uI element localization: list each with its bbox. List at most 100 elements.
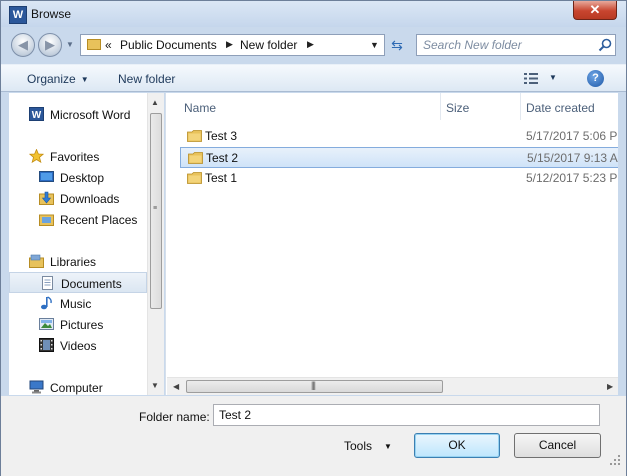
organize-menu[interactable]: Organize ▼ — [27, 72, 89, 86]
command-bar: Organize ▼ New folder ▼ ? — [1, 64, 626, 92]
folder-icon — [187, 172, 202, 184]
nav-item-label: Favorites — [50, 150, 100, 164]
file-list-pane: Name Size Date created Test 3 5/17/2017 … — [165, 93, 618, 395]
tools-label: Tools — [344, 439, 373, 453]
cancel-button[interactable]: Cancel — [514, 433, 601, 458]
nav-item-microsoft-word[interactable]: W Microsoft Word — [9, 104, 147, 125]
nav-item-label: Microsoft Word — [50, 108, 131, 122]
search-box[interactable] — [416, 34, 616, 56]
refresh-icon[interactable]: ⇆ — [386, 34, 408, 56]
nav-item-libraries[interactable]: Libraries — [9, 251, 147, 272]
file-row[interactable]: Test 1 5/12/2017 5:23 PM — [180, 168, 618, 189]
desktop-icon — [39, 171, 54, 182]
recent-places-icon — [39, 214, 54, 226]
chevron-down-icon: ▼ — [384, 442, 392, 451]
window-title: Browse — [31, 7, 72, 21]
computer-icon — [29, 380, 44, 394]
scroll-thumb[interactable]: ≡ — [150, 113, 162, 309]
column-divider[interactable] — [520, 93, 521, 120]
folder-name-label: Folder name: — [139, 410, 210, 424]
browse-dialog: W Browse ✕ ◀ ▶ ▼ « Public Documents ▶ Ne… — [0, 0, 627, 476]
close-button[interactable]: ✕ — [573, 1, 617, 20]
column-divider[interactable] — [440, 93, 441, 120]
word-icon: W — [29, 107, 44, 121]
navigation-bar: ◀ ▶ ▼ « Public Documents ▶ New folder ▶ … — [1, 27, 626, 63]
scroll-up-icon[interactable]: ▲ — [151, 98, 159, 107]
scroll-thumb[interactable]: ||| — [186, 380, 443, 393]
forward-button[interactable]: ▶ — [38, 33, 62, 57]
back-button[interactable]: ◀ — [11, 33, 35, 57]
help-button[interactable]: ? — [587, 70, 604, 87]
breadcrumb-arrow-icon[interactable]: ▶ — [307, 39, 314, 50]
nav-item-label: Documents — [61, 277, 122, 291]
file-row[interactable]: Test 3 5/17/2017 5:06 PM — [180, 126, 618, 147]
resize-grip-icon[interactable] — [609, 454, 621, 466]
scroll-down-icon[interactable]: ▼ — [151, 381, 159, 390]
nav-item-documents[interactable]: Documents — [9, 272, 147, 293]
nav-item-label: Music — [60, 297, 92, 311]
nav-item-label: Pictures — [60, 318, 104, 332]
nav-item-label: Libraries — [50, 255, 97, 269]
nav-item-desktop[interactable]: Desktop — [9, 167, 147, 188]
search-icon[interactable] — [598, 38, 612, 52]
nav-item-downloads[interactable]: Downloads — [9, 188, 147, 209]
address-overflow[interactable]: « — [105, 38, 112, 52]
scroll-left-icon[interactable]: ◀ — [173, 382, 179, 391]
file-list-scrollbar[interactable]: ◀ ||| ▶ — [167, 377, 618, 395]
file-date-created: 5/17/2017 5:06 PM — [526, 129, 618, 143]
tools-menu[interactable]: Tools ▼ — [344, 439, 392, 453]
pictures-icon — [39, 318, 54, 330]
downloads-icon — [39, 191, 54, 205]
music-icon — [41, 296, 52, 310]
folder-icon — [188, 152, 203, 164]
ok-button[interactable]: OK — [414, 433, 500, 458]
svg-text:W: W — [32, 110, 42, 121]
address-dropdown-icon[interactable]: ▼ — [370, 40, 379, 50]
word-app-icon: W — [9, 6, 27, 24]
breadcrumb-public-documents[interactable]: Public Documents — [120, 38, 217, 52]
nav-item-label: Desktop — [60, 171, 105, 185]
star-icon — [29, 149, 44, 163]
nav-item-recent-places[interactable]: Recent Places — [9, 209, 147, 230]
videos-icon — [39, 338, 54, 352]
file-date-created: 5/15/2017 9:13 AM — [527, 151, 618, 165]
file-name: Test 1 — [205, 171, 238, 185]
nav-item-label: Recent Places — [60, 213, 138, 227]
documents-icon — [42, 276, 53, 290]
nav-pane-scrollbar[interactable]: ▲ ≡ ▼ — [147, 93, 164, 395]
view-dropdown-icon[interactable]: ▼ — [549, 73, 557, 82]
address-bar[interactable]: « Public Documents ▶ New folder ▶ ▼ — [80, 34, 385, 56]
libraries-icon — [29, 254, 44, 268]
nav-item-music[interactable]: Music — [9, 293, 147, 314]
column-header-date-created[interactable]: Date created — [526, 101, 595, 115]
file-name: Test 2 — [206, 151, 239, 165]
nav-item-videos[interactable]: Videos — [9, 335, 147, 356]
file-date-created: 5/12/2017 5:23 PM — [526, 171, 618, 185]
dialog-footer: Folder name: Tools ▼ OK Cancel — [1, 396, 626, 476]
nav-item-favorites[interactable]: Favorites — [9, 146, 147, 167]
folder-icon — [87, 39, 101, 50]
nav-item-computer[interactable]: Computer — [9, 377, 147, 395]
new-folder-button[interactable]: New folder — [118, 72, 175, 86]
chevron-down-icon: ▼ — [80, 75, 89, 84]
file-name: Test 3 — [205, 129, 238, 143]
breadcrumb-arrow-icon[interactable]: ▶ — [226, 39, 233, 50]
view-options-icon[interactable] — [524, 73, 538, 84]
organize-label: Organize — [27, 72, 76, 86]
breadcrumb-new-folder[interactable]: New folder — [240, 38, 297, 52]
folder-name-field[interactable] — [213, 404, 600, 426]
nav-item-label: Videos — [60, 339, 97, 353]
column-header-name[interactable]: Name — [184, 101, 216, 115]
recent-locations-dropdown[interactable]: ▼ — [66, 40, 74, 49]
nav-item-label: Downloads — [60, 192, 120, 206]
title-bar[interactable]: W Browse ✕ — [1, 1, 626, 27]
grip-icon: ≡ — [153, 205, 158, 212]
column-header-size[interactable]: Size — [446, 101, 469, 115]
file-row-selected[interactable]: Test 2 5/15/2017 9:13 AM — [180, 147, 618, 168]
navigation-pane: W Microsoft Word Favorites Desktop Downl… — [9, 93, 147, 395]
nav-item-pictures[interactable]: Pictures — [9, 314, 147, 335]
search-input[interactable] — [423, 37, 591, 53]
grip-icon: ||| — [311, 380, 316, 390]
scroll-right-icon[interactable]: ▶ — [607, 382, 613, 391]
nav-item-label: Computer — [50, 381, 103, 395]
